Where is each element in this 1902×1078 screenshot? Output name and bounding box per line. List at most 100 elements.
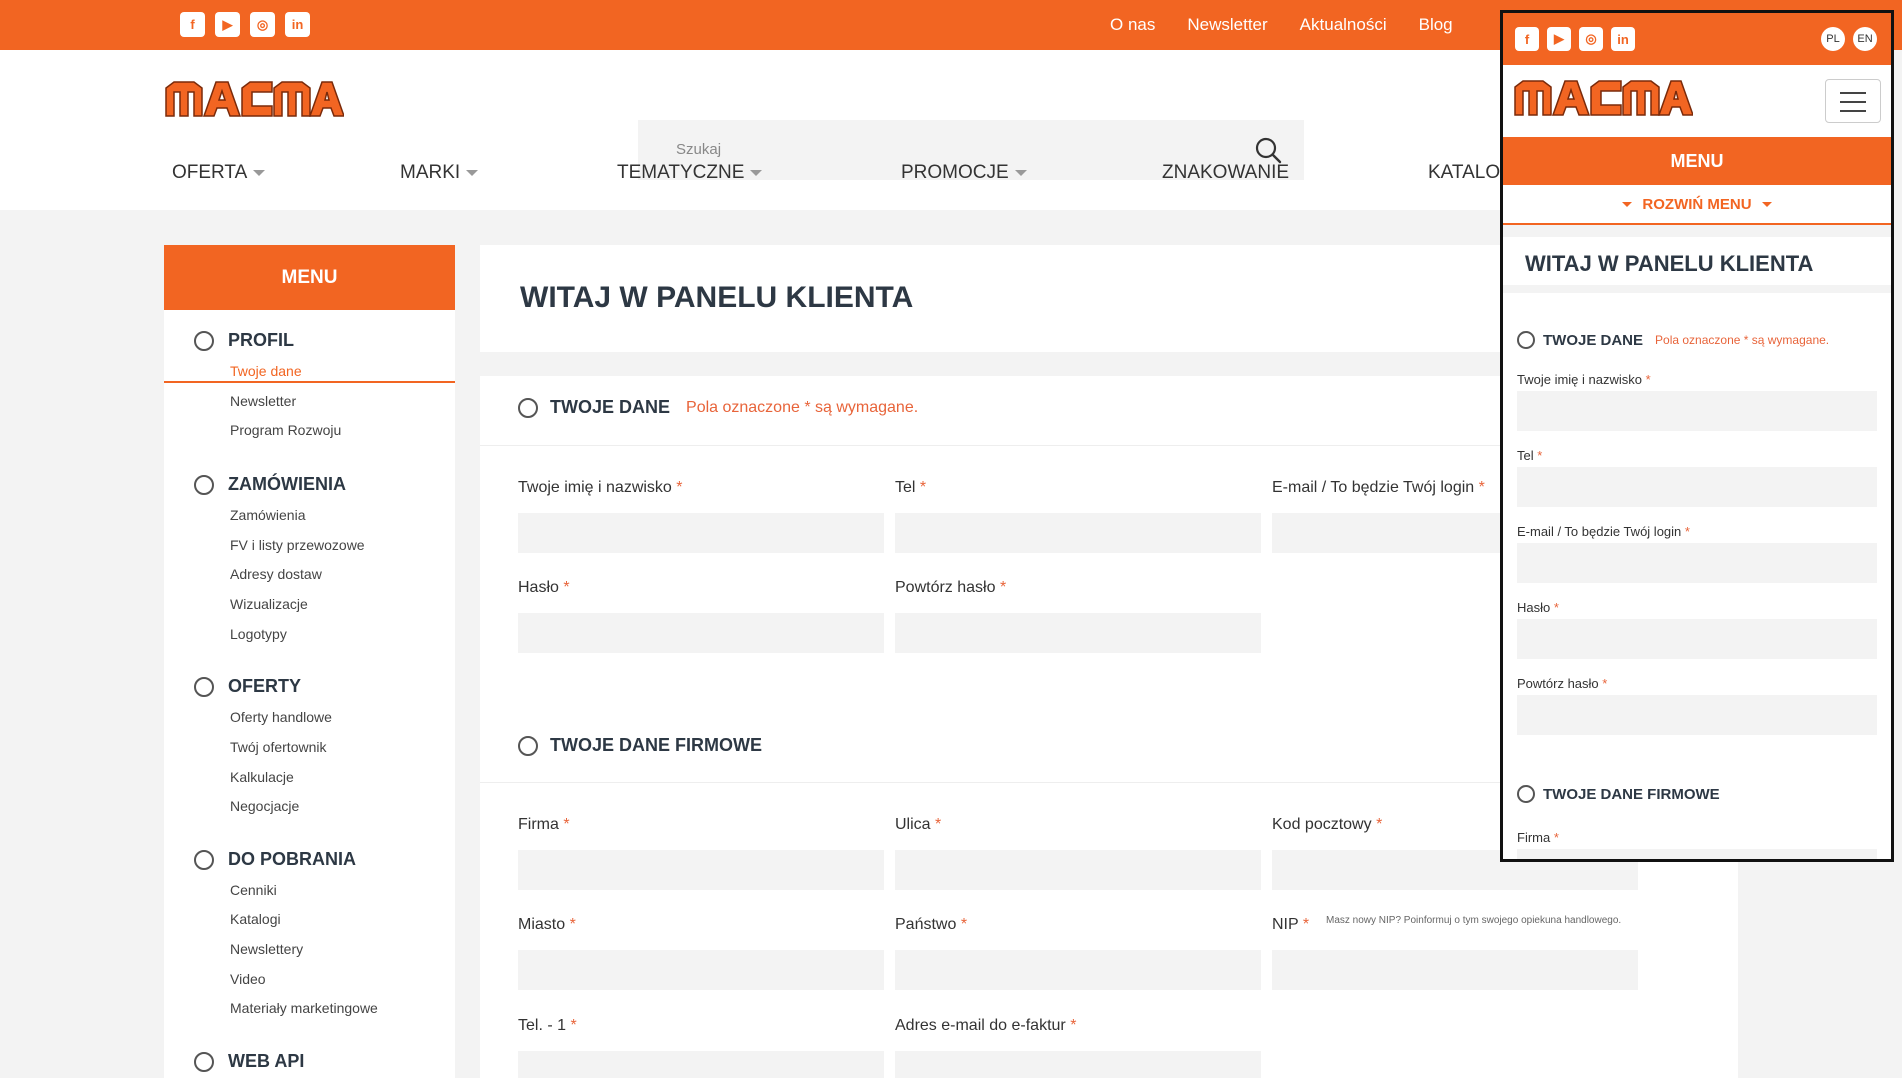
nip-input[interactable] bbox=[1272, 950, 1638, 990]
required-note: Pola oznaczone * są wymagane. bbox=[686, 398, 919, 416]
password-input[interactable] bbox=[518, 613, 884, 653]
mobile-email-input[interactable] bbox=[1517, 543, 1877, 583]
field-label-miasto: Miasto * bbox=[518, 916, 576, 933]
mobile-password-input[interactable] bbox=[1517, 619, 1877, 659]
chevron-down-icon bbox=[466, 170, 479, 176]
section-title: TWOJE DANE bbox=[1543, 331, 1644, 349]
sidebar-section-title[interactable]: WEB API bbox=[194, 1051, 304, 1072]
sidebar-item-logotypy[interactable]: Logotypy bbox=[230, 626, 287, 642]
sidebar-item-negocjacje[interactable]: Negocjacje bbox=[230, 798, 299, 814]
sidebar-item-twoje-dane[interactable]: Twoje dane bbox=[230, 363, 302, 379]
macma-logo[interactable] bbox=[1513, 79, 1695, 122]
macma-logo[interactable] bbox=[164, 80, 346, 123]
name-input[interactable] bbox=[518, 513, 884, 553]
mobile-firma-input[interactable] bbox=[1517, 849, 1877, 859]
tel-input[interactable] bbox=[895, 513, 1261, 553]
instagram-icon[interactable]: ◎ bbox=[250, 12, 275, 37]
lang-en-button[interactable]: EN bbox=[1853, 27, 1877, 51]
field-label-nip: NIP * bbox=[1272, 916, 1310, 933]
nav-oferta[interactable]: OFERTA bbox=[172, 162, 266, 184]
instagram-icon[interactable]: ◎ bbox=[1579, 27, 1603, 51]
firma-input[interactable] bbox=[518, 850, 884, 890]
nav-promocje[interactable]: PROMOCJE bbox=[901, 162, 1027, 184]
nav-marki[interactable]: MARKI bbox=[400, 162, 479, 184]
top-link-aktualnosci[interactable]: Aktualności bbox=[1300, 15, 1387, 35]
search-icon[interactable] bbox=[1254, 136, 1282, 164]
mobile-header bbox=[1503, 65, 1891, 137]
field-label-password-repeat: Powtórz hasło * bbox=[895, 579, 1007, 596]
nav-label: OFERTA bbox=[172, 162, 248, 183]
ulica-input[interactable] bbox=[895, 850, 1261, 890]
required-note: Pola oznaczone * są wymagane. bbox=[1655, 333, 1830, 347]
facebook-icon[interactable]: f bbox=[180, 12, 205, 37]
mobile-tel-input[interactable] bbox=[1517, 467, 1877, 507]
youtube-icon[interactable]: ▶ bbox=[215, 12, 240, 37]
linkedin-icon[interactable]: in bbox=[285, 12, 310, 37]
field-label-name: Twoje imię i nazwisko * bbox=[518, 479, 683, 496]
search-input[interactable]: Szukaj bbox=[676, 141, 721, 158]
nav-label: TEMATYCZNE bbox=[617, 162, 745, 183]
section-label: OFERTY bbox=[228, 676, 302, 696]
chevron-down-icon bbox=[1014, 170, 1027, 176]
sidebar-item-newsletter[interactable]: Newsletter bbox=[230, 393, 296, 409]
mobile-menu-title: MENU bbox=[1503, 137, 1891, 185]
sidebar-item-zamowienia[interactable]: Zamówienia bbox=[230, 507, 305, 523]
sidebar-item-video[interactable]: Video bbox=[230, 971, 266, 987]
expand-label: ROZWIŃ MENU bbox=[1642, 195, 1752, 213]
expand-menu-button[interactable]: ROZWIŃ MENU bbox=[1503, 185, 1891, 225]
sidebar-section-title[interactable]: PROFIL bbox=[194, 330, 294, 351]
sidebar-item-wizualizacje[interactable]: Wizualizacje bbox=[230, 596, 308, 612]
panstwo-input[interactable] bbox=[895, 950, 1261, 990]
sidebar-item-adresy[interactable]: Adresy dostaw bbox=[230, 566, 322, 582]
sidebar-item-katalogi[interactable]: Katalogi bbox=[230, 911, 281, 927]
miasto-input[interactable] bbox=[518, 950, 884, 990]
password-repeat-input[interactable] bbox=[895, 613, 1261, 653]
field-label-tel1: Tel. - 1 * bbox=[518, 1017, 577, 1034]
sidebar-item-materialy[interactable]: Materiały marketingowe bbox=[230, 1000, 378, 1016]
sidebar-section-title[interactable]: ZAMÓWIENIA bbox=[194, 474, 346, 495]
top-link-blog[interactable]: Blog bbox=[1419, 15, 1453, 35]
sidebar-item-program-rozwoju[interactable]: Program Rozwoju bbox=[230, 422, 341, 438]
sidebar-item-ofertownik[interactable]: Twój ofertownik bbox=[230, 739, 326, 755]
mobile-label-firma: Firma * bbox=[1517, 830, 1559, 845]
mobile-label-password: Hasło * bbox=[1517, 600, 1559, 615]
field-label-ulica: Ulica * bbox=[895, 816, 942, 833]
facebook-icon[interactable]: f bbox=[1515, 27, 1539, 51]
field-label-email: E-mail / To będzie Twój login * bbox=[1272, 479, 1485, 496]
section-label: WEB API bbox=[228, 1051, 305, 1071]
dollar-icon bbox=[194, 676, 214, 697]
nav-tematyczne[interactable]: TEMATYCZNE bbox=[617, 162, 763, 184]
top-link-o-nas[interactable]: O nas bbox=[1110, 15, 1155, 35]
nav-znakowanie[interactable]: ZNAKOWANIE bbox=[1162, 162, 1289, 184]
section-label: PROFIL bbox=[228, 330, 294, 350]
hamburger-menu-button[interactable] bbox=[1825, 79, 1881, 123]
nav-label: ZNAKOWANIE bbox=[1162, 162, 1290, 183]
mobile-preview: f ▶ ◎ in PL EN MENU ROZWIŃ MENU WITAJ W … bbox=[1500, 10, 1894, 862]
chevron-down-icon bbox=[750, 170, 763, 176]
tel1-input[interactable] bbox=[518, 1051, 884, 1078]
sidebar-item-fv[interactable]: FV i listy przewozowe bbox=[230, 537, 365, 553]
mobile-password-repeat-input[interactable] bbox=[1517, 695, 1877, 735]
sidebar-section-title[interactable]: OFERTY bbox=[194, 676, 301, 697]
mobile-name-input[interactable] bbox=[1517, 391, 1877, 431]
efaktura-input[interactable] bbox=[895, 1051, 1261, 1078]
sidebar-item-oferty-handlowe[interactable]: Oferty handlowe bbox=[230, 709, 332, 725]
linkedin-icon[interactable]: in bbox=[1611, 27, 1635, 51]
lang-pl-button[interactable]: PL bbox=[1821, 27, 1845, 51]
chevron-down-icon bbox=[1761, 201, 1772, 207]
field-label-tel: Tel * bbox=[895, 479, 927, 496]
sidebar-item-cenniki[interactable]: Cenniki bbox=[230, 882, 277, 898]
nav-katalogi[interactable]: KATALO bbox=[1428, 162, 1500, 184]
field-label-kod: Kod pocztowy * bbox=[1272, 816, 1383, 833]
sidebar-item-kalkulacje[interactable]: Kalkulacje bbox=[230, 769, 294, 785]
youtube-icon[interactable]: ▶ bbox=[1547, 27, 1571, 51]
sidebar-item-newslettery[interactable]: Newslettery bbox=[230, 941, 303, 957]
sidebar: MENU PROFIL Twoje dane Newsletter Progra… bbox=[164, 245, 455, 1078]
top-link-newsletter[interactable]: Newsletter bbox=[1187, 15, 1267, 35]
social-links: f ▶ ◎ in bbox=[180, 12, 310, 37]
mobile-top-bar: f ▶ ◎ in PL EN bbox=[1503, 13, 1891, 65]
sidebar-section-title[interactable]: DO POBRANIA bbox=[194, 849, 356, 870]
mobile-section-dane-firmowe: TWOJE DANE FIRMOWE bbox=[1517, 785, 1720, 803]
section-label: DO POBRANIA bbox=[228, 849, 357, 869]
mobile-label-email: E-mail / To będzie Twój login * bbox=[1517, 524, 1690, 539]
